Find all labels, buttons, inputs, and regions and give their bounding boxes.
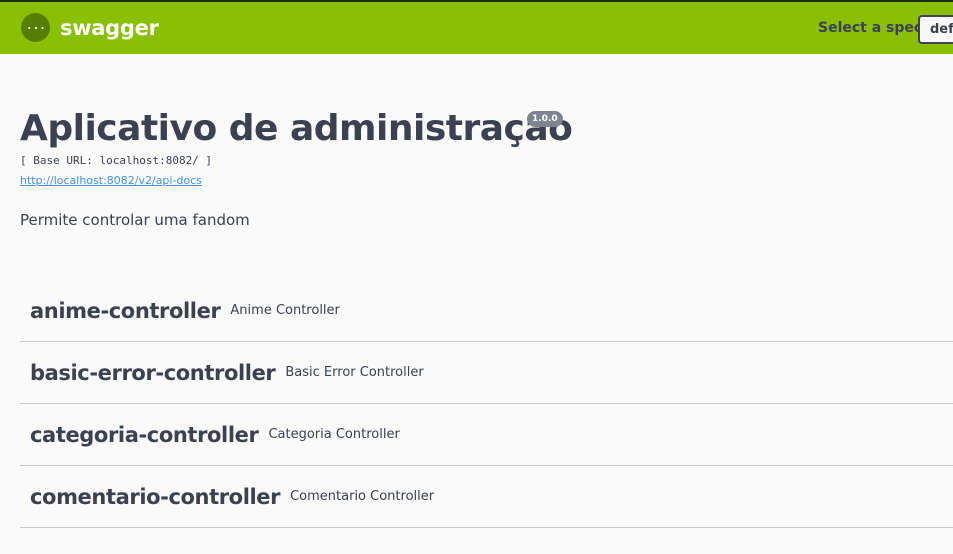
tag-name: basic-error-controller: [30, 360, 276, 385]
tag-description: Anime Controller: [230, 303, 340, 318]
topbar: {···} swagger Select a spec defa: [0, 0, 953, 54]
tag-description: Basic Error Controller: [285, 365, 424, 380]
svg-text:{···}: {···}: [26, 22, 46, 35]
spec-select[interactable]: defa: [918, 15, 953, 44]
tag-name: comentario-controller: [30, 484, 281, 509]
tag-section-comentario-controller[interactable]: comentario-controller Comentario Control…: [20, 466, 953, 528]
logo-text: swagger: [60, 15, 159, 40]
api-description: Permite controlar uma fandom: [20, 211, 250, 229]
base-url: [ Base URL: localhost:8082/ ]: [20, 154, 213, 167]
tag-section-basic-error-controller[interactable]: basic-error-controller Basic Error Contr…: [20, 342, 953, 404]
version-badge: 1.0.0: [527, 111, 563, 127]
swagger-logo[interactable]: {···} swagger: [21, 13, 159, 42]
page-title: Aplicativo de administração: [20, 108, 573, 149]
tag-name: anime-controller: [30, 298, 221, 323]
tag-section-categoria-controller[interactable]: categoria-controller Categoria Controlle…: [20, 404, 953, 466]
swagger-logo-icon: {···}: [21, 13, 50, 42]
tag-section-anime-controller[interactable]: anime-controller Anime Controller: [20, 280, 953, 342]
select-spec-label: Select a spec: [818, 20, 923, 36]
tag-name: categoria-controller: [30, 422, 259, 447]
tag-description: Comentario Controller: [290, 489, 435, 504]
tag-description: Categoria Controller: [268, 427, 400, 442]
api-docs-link[interactable]: http://localhost:8082/v2/api-docs: [20, 174, 202, 187]
